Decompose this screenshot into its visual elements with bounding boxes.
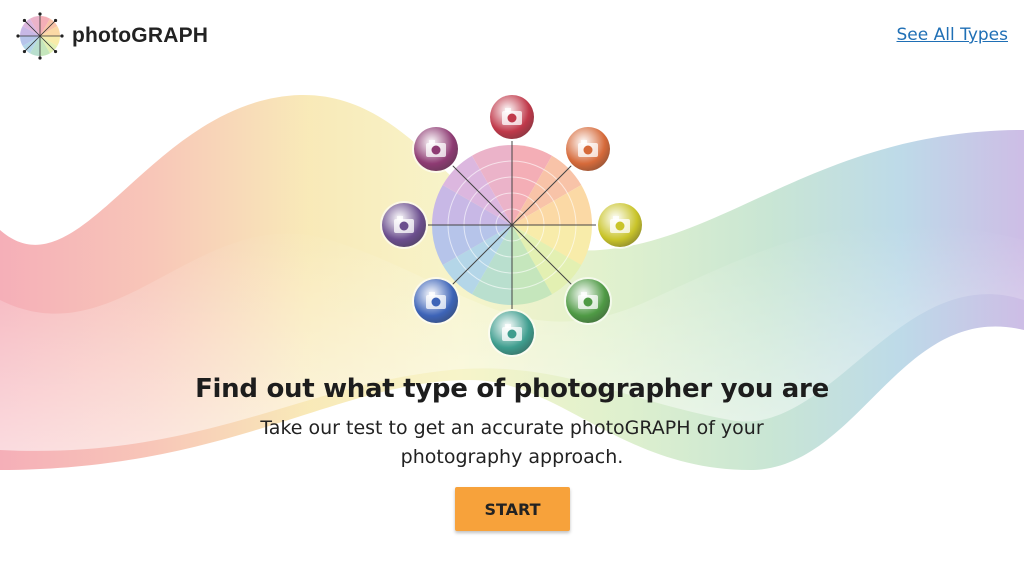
photography-type-wheel [372, 90, 652, 370]
logo-wheel-dot [60, 34, 64, 38]
brand-name: photoGRAPH [72, 24, 209, 47]
camera-icon [425, 292, 446, 310]
brand-logo[interactable]: photoGRAPH [16, 12, 208, 60]
photo-type-blue-thumb[interactable] [413, 279, 458, 324]
logo-wheel-dot [22, 49, 27, 54]
hero-section: Find out what type of photographer you a… [0, 374, 1024, 472]
logo-wheel-dot [53, 49, 58, 54]
top-header: photoGRAPH See All Types [0, 0, 1024, 72]
camera-icon [578, 139, 599, 157]
see-all-types-link[interactable]: See All Types [897, 25, 1009, 45]
start-test-button[interactable]: START [455, 487, 570, 531]
photo-type-indigo-thumb[interactable] [382, 203, 426, 247]
page-headline: Find out what type of photographer you a… [195, 374, 829, 404]
logo-wheel-dot [16, 34, 20, 38]
logo-wheel-dot [22, 18, 27, 23]
photo-type-teal-thumb[interactable] [490, 311, 534, 355]
logo-wheel-dot [53, 18, 58, 23]
photo-type-red-thumb[interactable] [490, 95, 534, 139]
page-subheadline: Take our test to get an accurate photoGR… [260, 417, 764, 468]
camera-icon [425, 139, 446, 157]
logo-wheel-dot [38, 12, 42, 16]
camera-icon [502, 108, 522, 125]
photo-type-yellow-thumb[interactable] [598, 203, 642, 247]
camera-icon [610, 216, 630, 233]
photo-type-orange-thumb[interactable] [566, 126, 611, 171]
camera-icon [502, 324, 522, 341]
logo-wheel-dot [38, 56, 42, 60]
camera-icon [394, 216, 414, 233]
color-wheel-logo-icon [16, 12, 64, 60]
photo-type-purple-thumb[interactable] [413, 126, 458, 171]
